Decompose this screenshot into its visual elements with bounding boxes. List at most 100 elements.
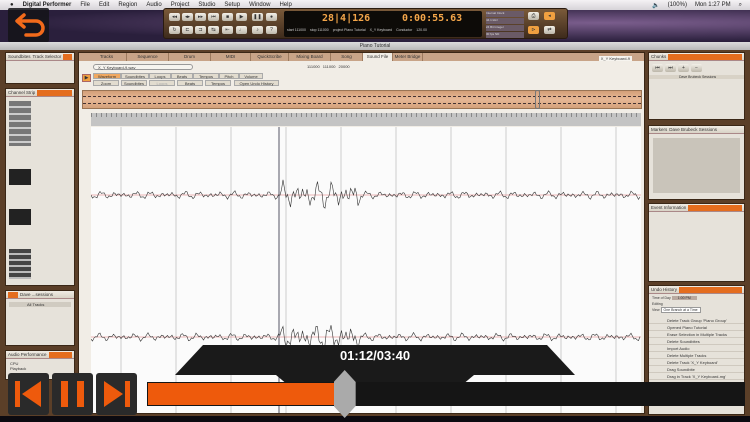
help-button[interactable]: ? [266,26,277,34]
menu-region[interactable]: Region [118,2,137,8]
save-button[interactable]: ⎙ [528,12,539,20]
undo-history-title[interactable]: Undo History [651,287,677,292]
tempo-field[interactable]: 120.00 [416,28,427,32]
undo-history-item[interactable]: Erase Selection in Multiple Tracks [649,331,744,338]
overview-viewport-handle[interactable] [535,90,540,109]
open-undo-history-button[interactable]: Open Undo History [234,80,279,86]
subtab-pitch[interactable]: Pitch [219,73,239,79]
undo-history-item[interactable]: Drag in Track 'X_Y Keyboard-mg' [649,373,744,380]
auto-record-button[interactable]: ⊳ [528,26,539,34]
pause-button[interactable] [52,373,93,415]
metronome-button[interactable]: ♩ [236,26,247,34]
menu-audio[interactable]: Audio [146,2,161,8]
tab-quickscribe[interactable]: QuickScribe [251,53,289,61]
loop-button[interactable]: ↻ [169,26,180,34]
output-slots[interactable] [9,249,31,279]
chunk-add-button[interactable]: + [678,64,689,72]
pan-knob[interactable] [9,169,31,185]
project-field[interactable]: project Piano Tutorial [333,28,366,32]
undo-history-item[interactable]: Delete Track Group 'Piano Group' [649,317,744,324]
track-selector-tab[interactable]: Track Selector [33,54,62,59]
undo-history-item[interactable]: Delete Multiple Tracks [649,352,744,359]
undo-history-item[interactable]: Delete Soundbites [649,338,744,345]
record-button[interactable]: ● [266,13,277,21]
sync-button[interactable]: ⇄ [544,26,555,34]
clock-source-select[interactable]: Internal Clock [486,11,524,17]
event-information-title[interactable]: Event Information [651,205,686,210]
undo-history-item[interactable]: Delete Track 'X_Y Keyboard' [649,359,744,366]
track-menu[interactable]: X_Y Keyboard-9 [598,56,632,61]
loops-menu[interactable]: Loops [149,80,175,86]
step-button[interactable]: ◂▸ [182,13,193,21]
rewind-button[interactable]: ◂◂ [169,13,180,21]
time-ruler[interactable] [91,113,641,126]
subtab-tempos[interactable]: Tempos [193,73,219,79]
markers-title[interactable]: Markers [651,127,667,132]
previous-button[interactable] [8,373,49,415]
tab-song[interactable]: Song [331,53,363,61]
markers-list[interactable] [653,138,740,193]
start-field[interactable]: 111000 [307,64,320,69]
all-tracks-item[interactable]: All Tracks [9,302,71,307]
memory-cycle-button[interactable]: ↹ [208,26,219,34]
soundbites-menu[interactable]: Soundbites [121,80,147,86]
volume-fader[interactable] [9,209,31,225]
tab-tracks[interactable]: Tracks [87,53,127,61]
bit-depth-select[interactable]: 24 Bit Integer [486,25,524,31]
end-field[interactable]: 111000 [323,64,336,69]
menu-file[interactable]: File [80,2,90,8]
undo-history-item[interactable]: Drag Soundbite [649,366,744,373]
tab-mixing-board[interactable]: Mixing Board [289,53,331,61]
volume-icon[interactable]: 🔈 [652,2,659,9]
pause-button[interactable]: ❚❚ [252,13,263,21]
fast-forward-button[interactable]: ▸▸ [195,13,206,21]
subtab-waveform[interactable]: Waveform [93,73,121,79]
chunk-next-button[interactable]: ⏭ [665,64,676,72]
overdub-button[interactable]: ⊐ [195,26,206,34]
tab-sequence[interactable]: Sequence [127,53,169,61]
subtab-beats[interactable]: Beats [171,73,193,79]
audio-performance-title[interactable]: Audio Performance [8,352,47,357]
input-monitor-button[interactable]: ◂ [544,12,555,20]
tab-sound-file[interactable]: Sound File [363,53,393,61]
return-to-start-button[interactable]: ⏮ [208,13,219,21]
back-button[interactable] [8,8,49,42]
beats-menu[interactable]: Beats [177,80,203,86]
markers-project-menu[interactable]: Dave Brubeck Sessions [669,127,717,132]
punch-button[interactable]: ⊏ [182,26,193,34]
spotlight-icon[interactable]: ⌕ [739,2,742,9]
auto-rewind-button[interactable]: ⇤ [222,26,233,34]
track-field[interactable]: X_Y Keyboard [370,28,393,32]
tab-meter-bridge[interactable]: Meter Bridge [393,53,423,61]
duration-field[interactable]: 20000 [339,64,350,69]
subtab-volume[interactable]: Volume [239,73,263,79]
chunk-first-button[interactable]: ⏮ [652,64,663,72]
conductor-field[interactable]: Conductor [396,28,412,32]
subtab-soundbites[interactable]: Soundbites [121,73,149,79]
play-soundbite-button[interactable]: ▶ [82,74,91,82]
tempos-menu[interactable]: Tempos [205,80,231,86]
chunk-row[interactable]: Dave Brubeck Sessions [649,75,744,79]
undo-history-item[interactable]: Opened Piano Tutorial [649,324,744,331]
sample-rate-select[interactable]: 44.1 kHz [486,18,524,24]
soundbite-name-field[interactable]: X_Y Keyboard-9.wav [93,64,193,70]
stop-button[interactable]: ■ [222,13,233,21]
tab-drum[interactable]: Drum [169,53,211,61]
start-field[interactable]: start 111000 [287,28,306,32]
next-button[interactable] [96,373,137,415]
view-select[interactable]: One Branch at a Time [660,307,701,313]
play-button[interactable]: ▶ [236,13,247,21]
insert-slots[interactable] [9,101,31,146]
tab-midi[interactable]: MIDI [211,53,251,61]
channel-strip-title[interactable]: Channel Strip [8,90,35,95]
tracks-project-menu[interactable]: Dave ...sessions [20,292,53,297]
stop-field[interactable]: stop 111000 [310,28,329,32]
subtab-loops[interactable]: Loops [149,73,171,79]
undo-history-item[interactable]: Import Audio [649,345,744,352]
frame-rate-select[interactable]: 30 fps ND [486,32,524,38]
menu-edit[interactable]: Edit [99,2,109,8]
chunk-remove-button[interactable]: − [691,64,702,72]
soundbites-tab[interactable]: Soundbites [8,54,31,59]
countoff-button[interactable]: ♪ [252,26,263,34]
zoom-menu[interactable]: Zoom [93,80,119,86]
